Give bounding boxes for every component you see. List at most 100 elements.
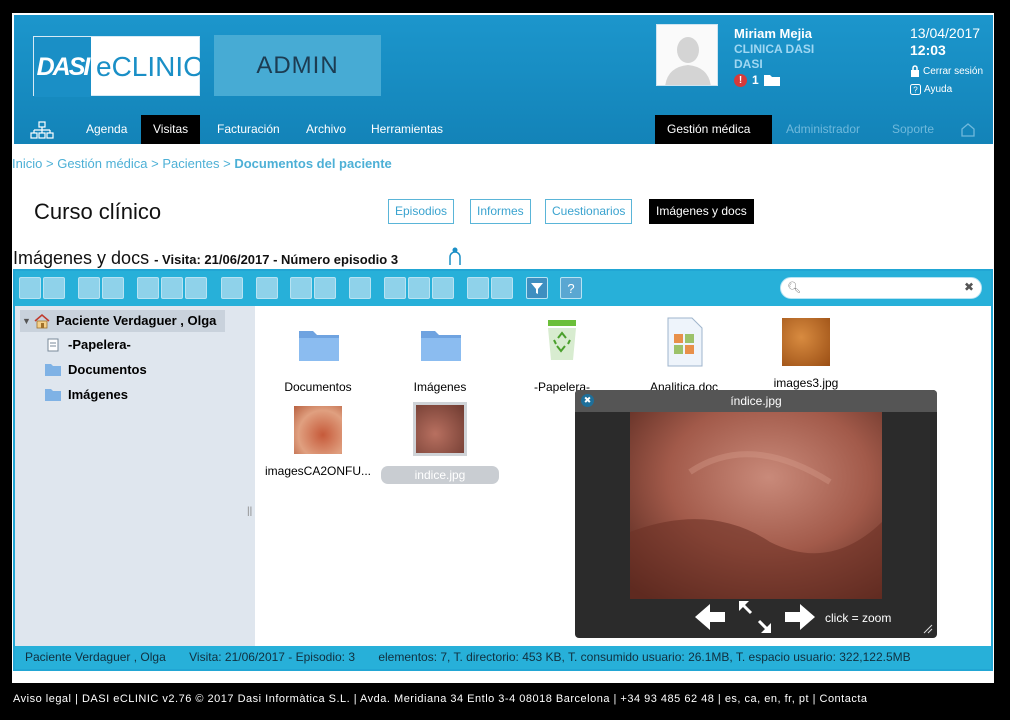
expand-icon[interactable]: ▼ xyxy=(22,310,31,332)
paste-icon[interactable] xyxy=(314,277,336,299)
alert-count: 1 xyxy=(752,73,759,87)
alerts-indicator[interactable]: ! 1 xyxy=(734,73,780,87)
nav-administrador[interactable]: Administrador xyxy=(774,115,872,144)
resize-icon[interactable] xyxy=(432,277,454,299)
nav-soporte[interactable]: Soporte xyxy=(880,115,946,144)
help-link[interactable]: ? Ayuda xyxy=(910,84,952,95)
tab-informes[interactable]: Informes xyxy=(470,199,531,224)
info-icon[interactable] xyxy=(221,277,243,299)
viewer-image[interactable] xyxy=(630,412,882,599)
copy-icon[interactable] xyxy=(137,277,159,299)
tab-imagenes-docs[interactable]: Imágenes y docs xyxy=(649,199,754,224)
tree-item-documentos[interactable]: Documentos xyxy=(45,361,147,379)
svg-text:?: ? xyxy=(913,86,918,95)
disk-icon[interactable] xyxy=(161,277,183,299)
home-icon[interactable] xyxy=(958,115,978,144)
trash-icon xyxy=(47,338,59,352)
breadcrumb: Inicio > Gestión médica > Pacientes > Do… xyxy=(12,156,392,171)
icons-view-icon[interactable] xyxy=(467,277,489,299)
tree-item-label: Imágenes xyxy=(68,387,128,402)
document-icon xyxy=(667,317,703,367)
breadcrumb-inicio[interactable]: Inicio xyxy=(12,156,42,171)
logo-text: eCLINIC xyxy=(96,51,204,82)
rename-icon[interactable] xyxy=(349,277,371,299)
footer: Aviso legal | DASI eCLINIC v2.76 © 2017 … xyxy=(13,693,868,705)
logo-mark: DASI xyxy=(34,37,91,97)
filter-icon[interactable] xyxy=(526,277,548,299)
recycle-bin-icon xyxy=(548,320,576,360)
admin-area-label: ADMIN xyxy=(214,35,381,96)
logout-label: Cerrar sesión xyxy=(923,65,984,77)
breadcrumb-separator: > xyxy=(151,156,159,171)
resize-handle-icon[interactable] xyxy=(923,624,933,634)
file-item[interactable]: images3.jpg xyxy=(751,314,861,390)
close-icon[interactable]: ✖ xyxy=(581,394,594,407)
lock-icon xyxy=(911,65,919,77)
tab-episodios[interactable]: Episodios xyxy=(388,199,455,224)
breadcrumb-pacientes[interactable]: Pacientes xyxy=(162,156,219,171)
clear-search-icon[interactable]: ✖ xyxy=(964,280,974,294)
file-item-selected[interactable]: indice.jpg xyxy=(381,402,499,484)
sitemap-icon[interactable] xyxy=(29,115,55,144)
file-item[interactable]: imagesCA2ONFU... xyxy=(263,402,373,478)
nav-agenda[interactable]: Agenda xyxy=(74,115,139,144)
forward-icon[interactable] xyxy=(43,277,65,299)
file-item[interactable]: -Papelera- xyxy=(507,314,617,394)
status-bar: Paciente Verdaguer , Olga Visita: 21/06/… xyxy=(15,646,991,669)
file-item[interactable]: Analitica.doc xyxy=(629,314,739,394)
nav-gestion-medica[interactable]: Gestión médica xyxy=(655,115,772,144)
nav-archivo[interactable]: Archivo xyxy=(294,115,358,144)
image-thumbnail xyxy=(294,406,342,454)
fullscreen-icon[interactable] xyxy=(738,600,772,634)
cursor-icon[interactable] xyxy=(185,277,207,299)
search-icon: 🔍︎ xyxy=(787,282,801,294)
folder-icon[interactable] xyxy=(763,74,780,86)
help-icon: ? xyxy=(910,84,921,95)
section-title: Imágenes y docs - Visita: 21/06/2017 - N… xyxy=(13,248,398,269)
avatar[interactable] xyxy=(656,24,718,86)
session-time: 12:03 xyxy=(910,42,946,58)
save-icon[interactable] xyxy=(102,277,124,299)
file-name: Documentos xyxy=(284,380,352,394)
breadcrumb-gestion-medica[interactable]: Gestión médica xyxy=(57,156,147,171)
image-thumbnail xyxy=(782,318,830,366)
file-name: images3.jpg xyxy=(773,376,839,390)
session-date: 13/04/2017 xyxy=(910,25,981,41)
nav-visitas[interactable]: Visitas xyxy=(141,115,201,144)
file-item[interactable]: Imágenes xyxy=(385,314,495,394)
user-name: Miriam Mejia xyxy=(734,26,813,41)
help-icon[interactable]: ? xyxy=(560,277,582,299)
edit-icon[interactable] xyxy=(408,277,430,299)
nav-herramientas[interactable]: Herramientas xyxy=(359,115,455,144)
help-label: Ayuda xyxy=(924,84,953,95)
tree-item-papelera[interactable]: -Papelera- xyxy=(45,336,131,354)
header: DASI eCLINIC ADMIN Miriam Mejia CLINICA … xyxy=(14,15,993,144)
breadcrumb-separator: > xyxy=(223,156,231,171)
folder-tree: ▼ Paciente Verdaguer , Olga -Papelera- D… xyxy=(15,306,255,646)
back-icon[interactable] xyxy=(19,277,41,299)
previous-arrow-icon[interactable] xyxy=(693,602,727,632)
list-view-icon[interactable] xyxy=(491,277,513,299)
nav-facturacion[interactable]: Facturación xyxy=(205,115,292,144)
select-icon[interactable] xyxy=(384,277,406,299)
next-arrow-icon[interactable] xyxy=(783,602,817,632)
image-viewer[interactable]: índice.jpg ✖ click = zoom xyxy=(575,390,937,638)
alert-icon: ! xyxy=(734,73,747,87)
up-icon[interactable] xyxy=(78,277,100,299)
tree-item-imagenes[interactable]: Imágenes xyxy=(45,386,128,404)
svg-text:?: ? xyxy=(567,281,574,296)
cut-icon[interactable] xyxy=(290,277,312,299)
section-name: Imágenes y docs xyxy=(13,248,150,268)
view-icon[interactable] xyxy=(256,277,278,299)
dasi-eclinic-logo[interactable]: DASI eCLINIC xyxy=(33,36,204,97)
breadcrumb-separator: > xyxy=(45,156,54,171)
logout-link[interactable]: Cerrar sesión xyxy=(910,65,983,77)
tab-cuestionarios[interactable]: Cuestionarios xyxy=(545,199,633,224)
tree-root-patient[interactable]: ▼ Paciente Verdaguer , Olga xyxy=(20,310,225,332)
search-input[interactable]: 🔍︎ ✖ xyxy=(780,277,982,299)
viewer-title[interactable]: índice.jpg xyxy=(575,390,937,412)
splitter-handle[interactable]: || xyxy=(247,506,252,517)
tree-item-label: Documentos xyxy=(68,362,147,377)
person-icon[interactable] xyxy=(448,247,462,265)
file-item[interactable]: Documentos xyxy=(263,314,373,394)
